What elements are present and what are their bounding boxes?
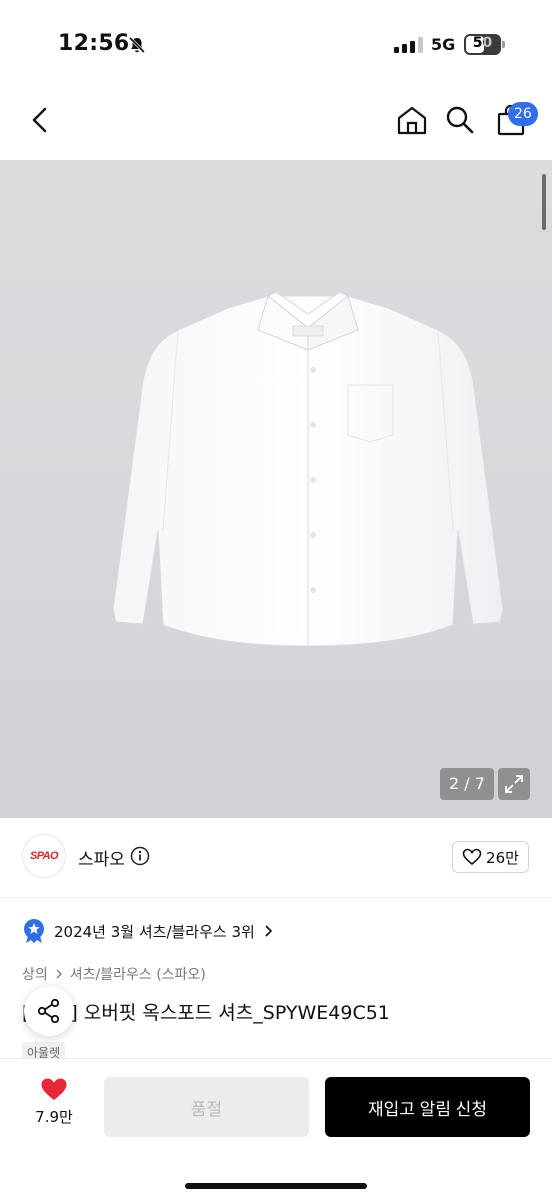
expand-icon	[505, 775, 523, 793]
heart-outline-icon	[462, 848, 482, 866]
soldout-button[interactable]: 품절	[104, 1077, 309, 1137]
restock-alert-button[interactable]: 재입고 알림 신청	[325, 1077, 530, 1137]
breadcrumb-level1[interactable]: 상의	[22, 964, 48, 984]
cellular-signal-icon	[394, 37, 423, 53]
chevron-right-icon	[56, 969, 62, 979]
product-image-gallery[interactable]: 2 / 7	[0, 160, 552, 818]
ranking-text: 2024년 3월 셔츠/블라우스 3위	[54, 922, 255, 941]
battery-level: 50	[472, 35, 493, 51]
status-bar: 12:56 5G 50	[0, 0, 552, 80]
wishlist-count: 7.9만	[35, 1108, 73, 1126]
breadcrumb: 상의 셔츠/블라우스 (스파오)	[22, 962, 206, 986]
breadcrumb-level2[interactable]: 셔츠/블라우스 (스파오)	[70, 964, 206, 984]
search-icon	[446, 106, 474, 134]
top-nav-bar	[0, 80, 552, 160]
share-icon	[37, 998, 60, 1024]
ranking-link[interactable]: 2024년 3월 셔츠/블라우스 3위	[22, 916, 275, 946]
rank-badge-icon	[24, 919, 44, 943]
back-button[interactable]	[18, 80, 62, 160]
brand-logo-text: SPAO	[30, 850, 59, 862]
home-indicator	[185, 1183, 367, 1189]
back-icon	[32, 107, 47, 133]
expand-image-button[interactable]	[498, 768, 530, 800]
home-icon	[397, 106, 427, 135]
battery-icon: 50	[464, 34, 506, 55]
image-page-counter: 2 / 7	[440, 768, 494, 800]
share-button[interactable]	[24, 986, 74, 1036]
search-button[interactable]	[436, 80, 484, 160]
brand-row: SPAO 스파오 26만	[0, 818, 552, 898]
product-photo-shirt	[112, 291, 504, 647]
product-title: [ 프리] 오버핏 옥스포드 셔츠_SPYWE49C51	[22, 1002, 390, 1024]
brand-like-button[interactable]: 26만	[452, 841, 529, 873]
heart-filled-icon	[41, 1078, 67, 1100]
brand-name-link[interactable]: 스파오	[78, 845, 125, 870]
bottom-action-bar: 7.9만 품절 재입고 알림 신청	[0, 1058, 552, 1200]
status-time: 12:56	[58, 31, 130, 56]
cart-count-badge: 26	[508, 102, 538, 126]
scroll-indicator	[542, 174, 546, 230]
network-type: 5G	[431, 35, 456, 54]
info-icon[interactable]	[130, 846, 150, 866]
wishlist-button[interactable]: 7.9만	[20, 1077, 88, 1137]
bell-off-icon	[128, 36, 146, 54]
brand-like-count: 26만	[486, 848, 519, 867]
chevron-right-icon	[265, 925, 272, 937]
home-button[interactable]	[388, 80, 436, 160]
brand-logo[interactable]: SPAO	[22, 834, 66, 878]
